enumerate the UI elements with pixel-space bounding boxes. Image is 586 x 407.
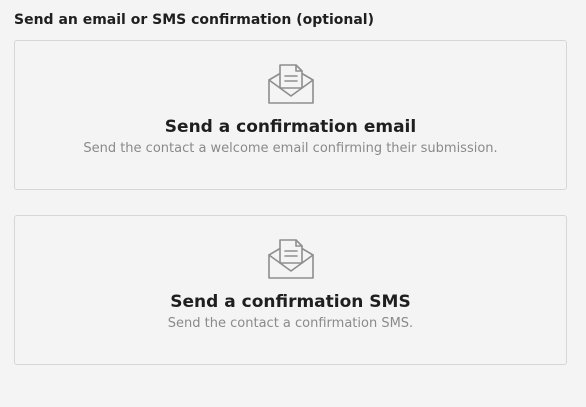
envelope-letter-icon [267, 64, 314, 104]
send-confirmation-email-option[interactable]: Send a confirmation email Send the conta… [14, 40, 567, 190]
card-description: Send the contact a confirmation SMS. [167, 316, 414, 331]
card-description: Send the contact a welcome email confirm… [83, 141, 498, 156]
card-title: Send a confirmation email [164, 117, 417, 137]
envelope-letter-icon [267, 239, 314, 279]
card-title: Send a confirmation SMS [170, 292, 411, 312]
section-heading: Send an email or SMS confirmation (optio… [14, 12, 375, 28]
send-confirmation-sms-option[interactable]: Send a confirmation SMS Send the contact… [14, 215, 567, 365]
